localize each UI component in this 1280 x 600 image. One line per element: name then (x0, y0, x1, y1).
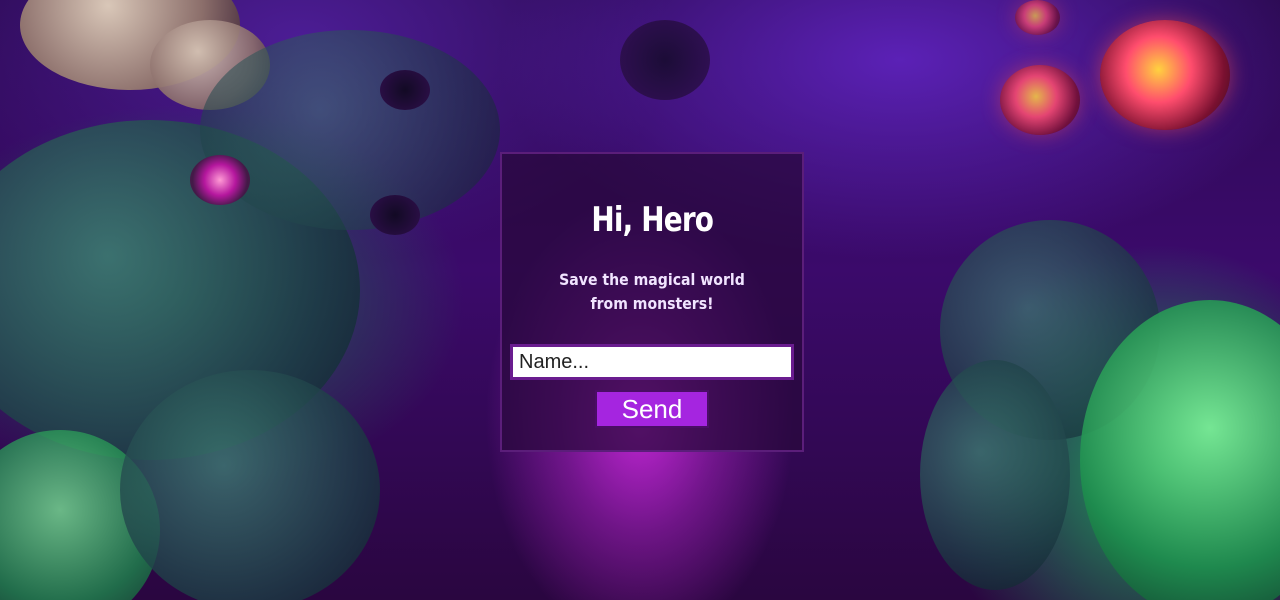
monster-eye-decoration (190, 155, 250, 205)
name-input[interactable] (510, 344, 794, 380)
monster-decoration (200, 30, 500, 230)
hut-decoration (920, 360, 1070, 590)
glowing-orb-decoration (1000, 65, 1080, 135)
monster-eye-decoration (380, 70, 430, 110)
glowing-orb-decoration (1015, 0, 1060, 35)
send-button[interactable]: Send (595, 390, 709, 428)
welcome-card: Hi, Hero Save the magical world from mon… (500, 152, 804, 452)
glowing-orb-decoration (1100, 20, 1230, 130)
card-title: Hi, Hero (591, 200, 714, 240)
card-subtitle: Save the magical world from monsters! (559, 270, 745, 313)
monster-decoration (120, 370, 380, 600)
monster-eye-decoration (620, 20, 710, 100)
monster-eye-decoration (370, 195, 420, 235)
game-background: Hi, Hero Save the magical world from mon… (0, 0, 1280, 600)
